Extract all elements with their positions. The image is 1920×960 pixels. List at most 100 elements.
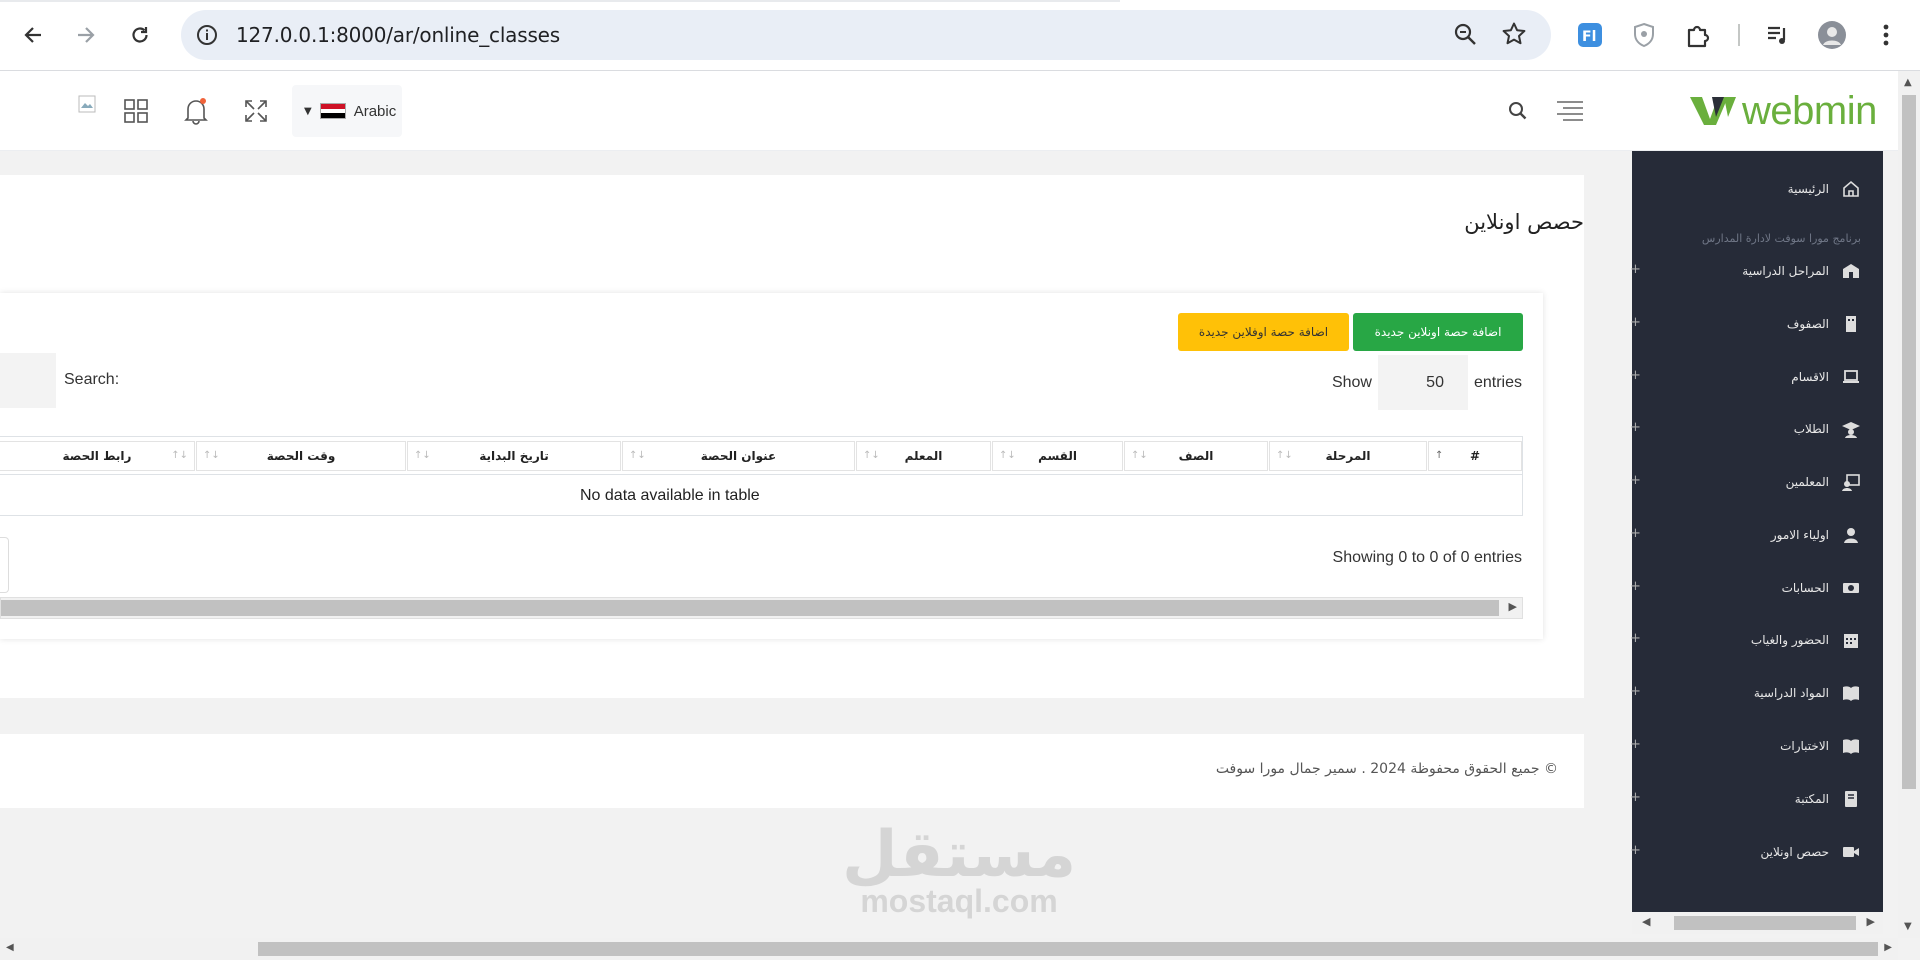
sidebar-item[interactable]: الطلاب (1794, 415, 1861, 443)
page-scroll-thumb[interactable] (1902, 95, 1916, 789)
entries-label: entries (1473, 373, 1522, 391)
svg-text:Fl: Fl (1582, 29, 1596, 45)
school-icon (1841, 261, 1861, 281)
expand-plus-icon[interactable]: + (1630, 843, 1641, 858)
expand-plus-icon[interactable]: + (1630, 473, 1641, 488)
sidebar-item[interactable]: اولياء الامور (1771, 521, 1861, 549)
reload-icon (132, 27, 148, 43)
scroll-right-arrow-icon[interactable]: ▶ (1509, 600, 1517, 613)
browser-menu-icon[interactable] (1866, 15, 1906, 55)
scroll-down-arrow-icon[interactable]: ▼ (1904, 921, 1912, 932)
sidebar-item[interactable]: حصص اونلاين (1761, 838, 1861, 866)
sidebar-item-label: المكتبة (1794, 792, 1829, 806)
fullscreen-icon[interactable] (240, 95, 272, 127)
sidebar-item-label: الاختبارات (1780, 739, 1829, 753)
forward-button[interactable] (66, 15, 106, 55)
notification-bell-icon[interactable] (180, 95, 212, 127)
sidebar-item[interactable]: المكتبة (1795, 785, 1861, 813)
sidebar-item-label: المعلمين (1785, 475, 1829, 489)
expand-plus-icon[interactable]: + (1630, 315, 1641, 330)
reload-button[interactable] (120, 15, 160, 55)
expand-plus-icon[interactable]: + (1630, 526, 1641, 541)
sidebar-item[interactable]: الاقسام (1791, 363, 1861, 391)
page-hscroll-thumb[interactable] (258, 942, 1878, 956)
page-horizontal-scrollbar[interactable]: ◀ ▶ (0, 938, 1898, 960)
expand-plus-icon[interactable]: + (1630, 420, 1641, 435)
table-empty-message: No data available in table (580, 487, 760, 504)
user-icon (1841, 525, 1861, 545)
watermark-latin: mostaql.com (860, 883, 1058, 919)
search-input[interactable] (0, 353, 56, 408)
expand-plus-icon[interactable]: + (1630, 684, 1641, 699)
column-header-start-date[interactable]: تاريخ البداية ↑↓ (407, 441, 621, 471)
column-header-index[interactable]: # ↑ (1428, 441, 1522, 471)
back-button[interactable] (13, 15, 53, 55)
apps-grid-icon[interactable] (120, 95, 152, 127)
scroll-up-arrow-icon[interactable]: ▲ (1904, 77, 1912, 88)
sidebar-item[interactable]: المواد الدراسية (1754, 679, 1861, 707)
url-text[interactable]: 127.0.0.1:8000/ar/online_classes (236, 23, 560, 47)
column-header-section[interactable]: القسم ↑↓ (992, 441, 1123, 471)
expand-plus-icon[interactable]: + (1630, 579, 1641, 594)
media-control-icon[interactable] (1758, 15, 1798, 55)
site-info-icon[interactable] (195, 23, 219, 51)
sidebar-item-label: حصص اونلاين (1760, 845, 1829, 859)
extension-fl-icon[interactable]: Fl (1570, 15, 1610, 55)
profile-avatar[interactable] (1812, 15, 1852, 55)
table-scroll-thumb[interactable] (1, 600, 1499, 616)
zoom-icon[interactable] (1453, 22, 1479, 52)
home-icon (1841, 179, 1861, 199)
extensions-puzzle-icon[interactable] (1678, 15, 1718, 55)
column-header-class-time[interactable]: وقت الحصة ↑↓ (196, 441, 406, 471)
logo[interactable]: webmin (1690, 91, 1877, 131)
table-horizontal-scrollbar[interactable]: ▶ (0, 597, 1523, 619)
column-header-class-link[interactable]: رابط الحصة ↑↓ (0, 441, 195, 471)
app-header: ▼ Arabic webmin (0, 71, 1898, 151)
sidebar-horizontal-scrollbar[interactable]: ◀ ▶ (1632, 912, 1883, 934)
building-icon (1841, 314, 1861, 334)
extension-shield-icon[interactable] (1624, 15, 1664, 55)
address-bar[interactable]: 127.0.0.1:8000/ar/online_classes (181, 10, 1551, 60)
sidebar-item[interactable]: الاختبارات (1780, 732, 1861, 760)
add-offline-class-button[interactable]: اضافة حصة اوفلاين جديدة (1178, 313, 1349, 351)
pagination[interactable] (0, 537, 9, 593)
bookmark-star-icon[interactable] (1501, 21, 1527, 51)
entries-length-select[interactable]: 50 (1377, 355, 1468, 410)
search-icon[interactable] (1502, 95, 1534, 127)
page-title: حصص اونلاين (1464, 210, 1584, 234)
sidebar-item[interactable]: الصفوف (1787, 310, 1861, 338)
column-header-class-title[interactable]: عنوان الحصة ↑↓ (622, 441, 855, 471)
scroll-left-arrow-icon[interactable]: ◀ (6, 942, 14, 953)
entries-length-control: Show 50 entries (1332, 355, 1522, 410)
sidebar-item-label: الصفوف (1786, 317, 1829, 331)
column-header-grade[interactable]: الصف ↑↓ (1124, 441, 1268, 471)
expand-plus-icon[interactable]: + (1630, 737, 1641, 752)
show-label: Show (1331, 373, 1372, 391)
column-header-teacher[interactable]: المعلم ↑↓ (856, 441, 991, 471)
menu-toggle-icon[interactable] (1554, 95, 1586, 127)
sidebar-item-label: اولياء الامور (1770, 528, 1829, 542)
expand-plus-icon[interactable]: + (1630, 368, 1641, 383)
language-label: Arabic (353, 102, 397, 120)
sidebar-item[interactable]: الرئيسية (1788, 175, 1861, 203)
page-vertical-scrollbar[interactable]: ▲ ▼ (1898, 71, 1920, 938)
library-icon (1841, 789, 1861, 809)
add-online-class-button[interactable]: اضافة حصة اونلاين جديدة (1353, 313, 1523, 351)
column-header-stage[interactable]: المرحلة ↑↓ (1269, 441, 1427, 471)
sidebar-item[interactable]: المراحل الدراسية (1742, 257, 1861, 285)
expand-plus-icon[interactable]: + (1630, 790, 1641, 805)
sidebar-item-label: الاقسام (1791, 370, 1829, 384)
scroll-right-arrow-icon[interactable]: ▶ (1884, 942, 1892, 953)
sidebar-scroll-thumb[interactable] (1674, 916, 1856, 930)
expand-plus-icon[interactable]: + (1630, 262, 1641, 277)
sidebar-item[interactable]: الحضور والغياب (1751, 626, 1861, 654)
sidebar-item-label: الحسابات (1781, 581, 1829, 595)
logo-mark-icon (1690, 97, 1736, 125)
flag-icon (319, 103, 346, 119)
expand-plus-icon[interactable]: + (1630, 631, 1641, 646)
teacher-icon (1841, 472, 1861, 492)
sidebar-item[interactable]: الحسابات (1782, 574, 1861, 602)
sidebar-item[interactable]: المعلمين (1786, 468, 1861, 496)
language-selector[interactable]: ▼ Arabic (292, 85, 402, 137)
video-icon (1841, 842, 1861, 862)
